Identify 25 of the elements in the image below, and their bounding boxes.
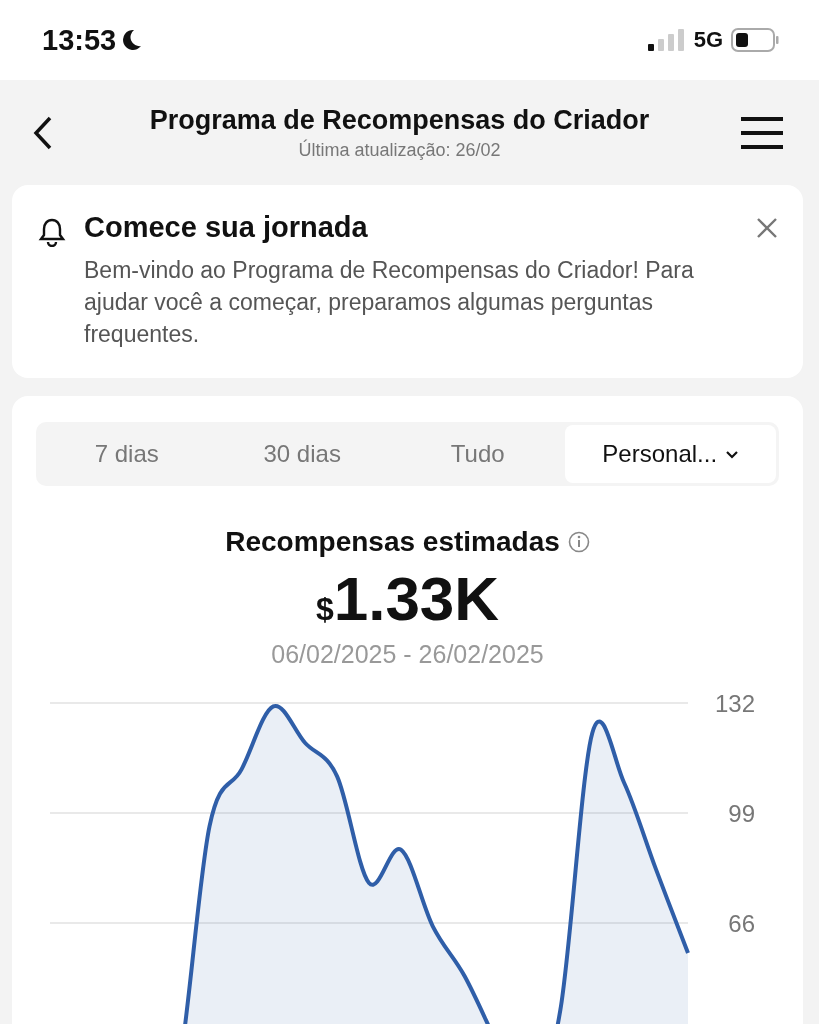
period-tab[interactable]: Tudo xyxy=(389,425,566,483)
moon-icon xyxy=(120,28,143,52)
status-time: 13:53 xyxy=(42,23,117,57)
battery-icon xyxy=(731,28,779,52)
period-tab[interactable]: 7 dias xyxy=(39,425,215,483)
axis-label: 132 xyxy=(714,690,755,717)
network-label: 5G xyxy=(693,27,723,53)
banner-text: Bem-vindo ao Programa de Recompensas do Criador! Para ajudar você a começar, preparamos algumas perguntas frequentes. xyxy=(84,256,695,349)
menu-button[interactable] xyxy=(741,115,783,150)
date-range: 06/02/2025 - 26/02/2025 xyxy=(271,640,544,669)
axis-label: 99 xyxy=(728,800,755,827)
info-icon[interactable] xyxy=(567,531,590,553)
signal-icon xyxy=(647,29,686,51)
axis-label: 66 xyxy=(728,910,755,937)
close-button[interactable] xyxy=(755,215,779,240)
period-tab[interactable]: Personal... xyxy=(565,425,776,483)
bell-icon xyxy=(38,217,66,247)
page-title: Programa de Recompensas do Criador xyxy=(149,104,650,136)
chevron-down-icon xyxy=(725,449,740,459)
rewards-amount: 1.33K xyxy=(333,564,500,634)
period-tab[interactable]: 30 dias xyxy=(214,425,390,483)
last-updated-text: Última atualização: 26/02 xyxy=(298,139,501,161)
currency-symbol: $ xyxy=(315,591,334,628)
summary-title: Recompensas estimadas xyxy=(225,526,560,558)
banner-title: Comece sua jornada xyxy=(84,211,368,244)
